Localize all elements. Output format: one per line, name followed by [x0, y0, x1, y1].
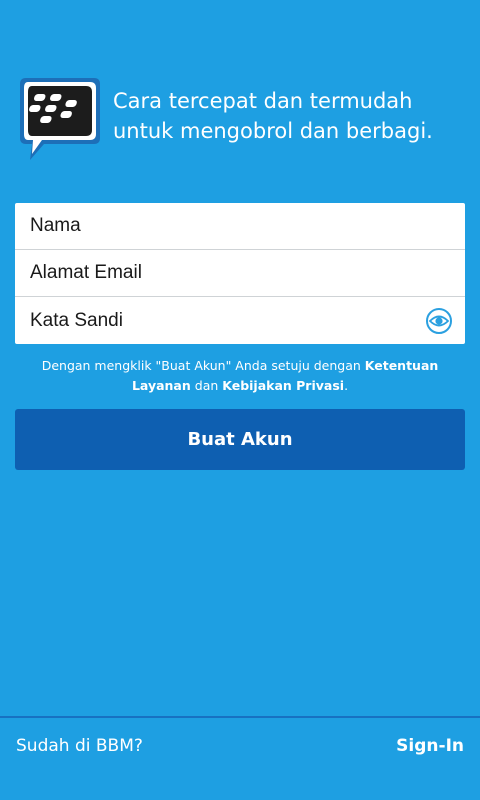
bbm-logo-icon	[20, 78, 100, 160]
password-input[interactable]	[15, 297, 465, 344]
privacy-policy-link[interactable]: Kebijakan Privasi	[222, 378, 344, 393]
password-field-row	[15, 297, 465, 344]
email-field-row	[15, 250, 465, 297]
footer-divider	[0, 716, 480, 718]
terms-text-after: .	[344, 378, 349, 393]
signup-form	[15, 203, 465, 344]
email-input[interactable]	[15, 250, 465, 296]
create-account-button[interactable]: Buat Akun	[15, 409, 465, 470]
terms-text-before: Dengan mengklik "Buat Akun" Anda setuju …	[41, 358, 365, 373]
terms-text: Dengan mengklik "Buat Akun" Anda setuju …	[15, 356, 465, 396]
name-field-row	[15, 203, 465, 250]
header: Cara tercepat dan termudah untuk mengobr…	[18, 76, 468, 166]
sign-in-link[interactable]: Sign-In	[396, 736, 464, 756]
name-input[interactable]	[15, 203, 465, 249]
terms-text-middle: dan	[190, 378, 223, 393]
tagline: Cara tercepat dan termudah untuk mengobr…	[113, 89, 433, 143]
already-on-bbm-text: Sudah di BBM?	[16, 736, 143, 756]
eye-icon[interactable]	[425, 307, 453, 335]
